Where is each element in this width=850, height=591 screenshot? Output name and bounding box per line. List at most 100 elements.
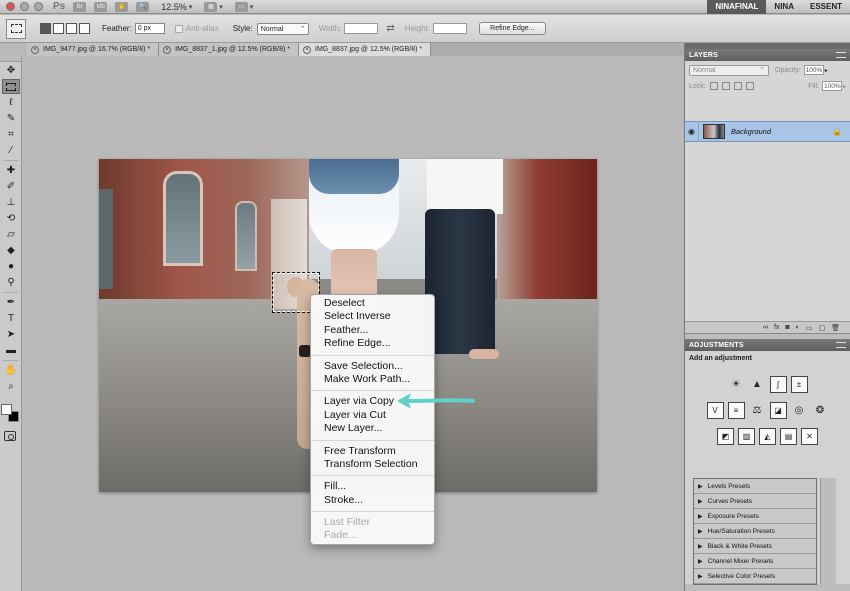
chevron-down-icon[interactable]: ▾ — [250, 3, 254, 11]
paint-bucket-tool-icon[interactable]: ◆ — [2, 243, 20, 258]
path-selection-tool-icon[interactable]: ➤ — [2, 327, 20, 342]
preset-item[interactable]: ▶ Levels Presets — [694, 479, 816, 494]
menu-item-feather[interactable]: Feather... — [311, 324, 434, 337]
blur-tool-icon[interactable]: ● — [2, 259, 20, 274]
new-layer-icon[interactable]: ▢ — [818, 324, 825, 332]
menu-item-select-inverse[interactable]: Select Inverse — [311, 310, 434, 323]
menu-item-new-layer[interactable]: New Layer... — [311, 422, 434, 435]
threshold-icon[interactable]: ◭ — [759, 428, 776, 445]
preset-item[interactable]: ▶ Channel Mixer Presets — [694, 554, 816, 569]
opacity-input[interactable]: 100% — [803, 65, 824, 75]
eye-icon[interactable]: ◉ — [685, 121, 699, 142]
black-white-icon[interactable]: ◪ — [769, 402, 787, 419]
close-window-button[interactable] — [6, 2, 15, 11]
zoom-window-button[interactable] — [34, 2, 43, 11]
zoom-tool-icon[interactable]: ⌕ — [2, 379, 20, 394]
preset-item[interactable]: ▶ Hue/Saturation Presets — [694, 524, 816, 539]
brush-tool-icon[interactable]: ✐ — [2, 179, 20, 194]
quick-mask-icon[interactable] — [4, 431, 16, 441]
lock-position-icon[interactable] — [733, 82, 742, 90]
fill-input[interactable]: 100% — [821, 81, 842, 91]
workspace-ninafinal[interactable]: NINAFINAL — [707, 0, 767, 14]
layer-mask-icon[interactable]: ◙ — [785, 324, 789, 331]
adjustment-layer-icon[interactable]: ◐ — [796, 324, 800, 331]
hand-tool-icon[interactable]: ✋ — [2, 363, 20, 378]
adjustments-panel-header[interactable]: ADJUSTMENTS — [685, 339, 850, 351]
width-input[interactable] — [344, 23, 379, 34]
hue-saturation-icon[interactable]: ≡ — [727, 402, 745, 419]
levels-icon[interactable]: ▲ — [749, 376, 766, 393]
antialias-checkbox[interactable]: Anti-alias — [174, 24, 219, 33]
menu-item-refine-edge[interactable]: Refine Edge... — [311, 337, 434, 350]
preset-item[interactable]: ▶ Exposure Presets — [694, 509, 816, 524]
tool-preset-picker[interactable] — [6, 18, 26, 39]
zoom-view-icon[interactable]: 🔍 — [136, 1, 150, 12]
menu-item-deselect[interactable]: Deselect — [311, 297, 434, 310]
hand-view-icon[interactable]: ✋ — [115, 1, 129, 12]
chevron-right-icon[interactable]: ▸ — [825, 67, 828, 74]
lasso-tool-icon[interactable]: ℓ — [2, 95, 20, 110]
invert-icon[interactable]: ◩ — [717, 428, 734, 445]
history-brush-tool-icon[interactable]: ⟲ — [2, 211, 20, 226]
close-icon[interactable]: × — [31, 45, 39, 54]
minimize-window-button[interactable] — [20, 2, 29, 11]
panel-menu-icon[interactable] — [836, 342, 846, 348]
selective-color-icon[interactable]: ✕ — [801, 428, 818, 445]
lock-all-icon[interactable] — [745, 82, 754, 90]
arrange-documents-icon[interactable]: ▦ — [204, 1, 218, 12]
photo-filter-icon[interactable]: ◎ — [791, 402, 808, 419]
dodge-tool-icon[interactable]: ⚲ — [2, 275, 20, 290]
posterize-icon[interactable]: ▨ — [738, 428, 755, 445]
menu-item-fill[interactable]: Fill... — [311, 480, 434, 493]
style-select[interactable]: Normal — [256, 22, 309, 35]
close-icon[interactable]: × — [163, 45, 172, 54]
height-input[interactable] — [433, 23, 468, 34]
intersect-selection-mode[interactable] — [79, 23, 90, 34]
trash-icon[interactable]: 🗑 — [831, 324, 840, 332]
channel-mixer-icon[interactable]: ❂ — [812, 402, 829, 419]
toolbox-grip[interactable] — [0, 56, 21, 62]
exposure-icon[interactable]: ± — [790, 376, 808, 393]
pen-tool-icon[interactable]: ✒ — [2, 295, 20, 310]
foreground-color-swatch[interactable] — [1, 404, 12, 415]
preset-item[interactable]: ▶ Curves Presets — [694, 494, 816, 509]
screen-mode-icon[interactable]: ▭ — [234, 1, 248, 12]
document-tab-active[interactable]: × IMG_8837.jpg @ 12.5% (RGB/8) * — [299, 43, 432, 56]
shape-tool-icon[interactable]: ▬ — [2, 343, 20, 358]
lock-transparency-icon[interactable] — [709, 82, 718, 90]
blend-mode-select[interactable]: Normal — [689, 64, 769, 76]
healing-brush-tool-icon[interactable]: ✚ — [2, 163, 20, 178]
curves-icon[interactable]: ∫ — [769, 376, 787, 393]
type-tool-icon[interactable]: T — [2, 311, 20, 326]
add-selection-mode[interactable] — [53, 23, 64, 34]
vibrance-icon[interactable]: V — [706, 402, 724, 419]
eraser-tool-icon[interactable]: ▱ — [2, 227, 20, 242]
chevron-down-icon[interactable]: ▾ — [219, 3, 223, 11]
clone-stamp-tool-icon[interactable]: ⊥ — [2, 195, 20, 210]
panel-menu-icon[interactable] — [836, 52, 846, 58]
presets-scrollbar[interactable] — [820, 478, 836, 584]
quick-selection-tool-icon[interactable]: ✎ — [2, 111, 20, 126]
workspace-essentials[interactable]: ESSENT — [802, 0, 850, 14]
document-tab[interactable]: × IMG_9477.jpg @ 16.7% (RGB/8) * — [27, 43, 160, 56]
preset-item[interactable]: ▶ Selective Color Presets — [694, 569, 816, 584]
menu-item-free-transform[interactable]: Free Transform — [311, 445, 434, 458]
refine-edge-button[interactable]: Refine Edge... — [479, 22, 546, 35]
color-balance-icon[interactable]: ⚖ — [749, 402, 766, 419]
crop-tool-icon[interactable]: ⌗ — [2, 127, 20, 142]
feather-input[interactable]: 0 px — [134, 23, 165, 34]
document-tab[interactable]: × IMG_8837_1.jpg @ 12.5% (RGB/8) * — [159, 43, 299, 56]
close-icon[interactable]: × — [303, 45, 311, 54]
menu-item-stroke[interactable]: Stroke... — [311, 494, 434, 507]
lock-pixels-icon[interactable] — [721, 82, 730, 90]
bridge-icon[interactable]: Br — [73, 1, 87, 12]
chevron-right-icon[interactable]: ▸ — [843, 83, 846, 90]
move-tool-icon[interactable]: ✥ — [2, 63, 20, 78]
new-selection-mode[interactable] — [40, 23, 51, 34]
chevron-down-icon[interactable]: ▾ — [189, 3, 193, 11]
menu-item-save-selection[interactable]: Save Selection... — [311, 360, 434, 373]
minibridge-icon[interactable]: Mb — [94, 1, 108, 12]
group-folder-icon[interactable]: ▭ — [806, 324, 813, 332]
zoom-level[interactable]: 12.5% — [161, 2, 187, 12]
link-layers-icon[interactable]: ∞ — [763, 324, 768, 331]
